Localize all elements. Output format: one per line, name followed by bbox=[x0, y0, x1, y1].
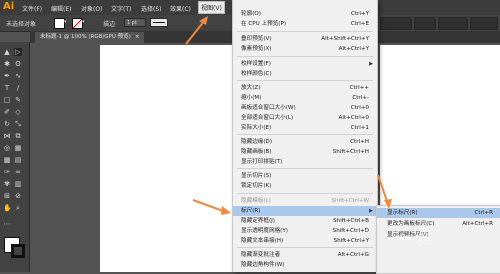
watermark: Bai 经验 bbox=[400, 233, 432, 242]
annotation-arrow bbox=[192, 199, 231, 215]
annotation-arrow bbox=[185, 16, 208, 45]
annotation-arrow bbox=[377, 174, 392, 209]
